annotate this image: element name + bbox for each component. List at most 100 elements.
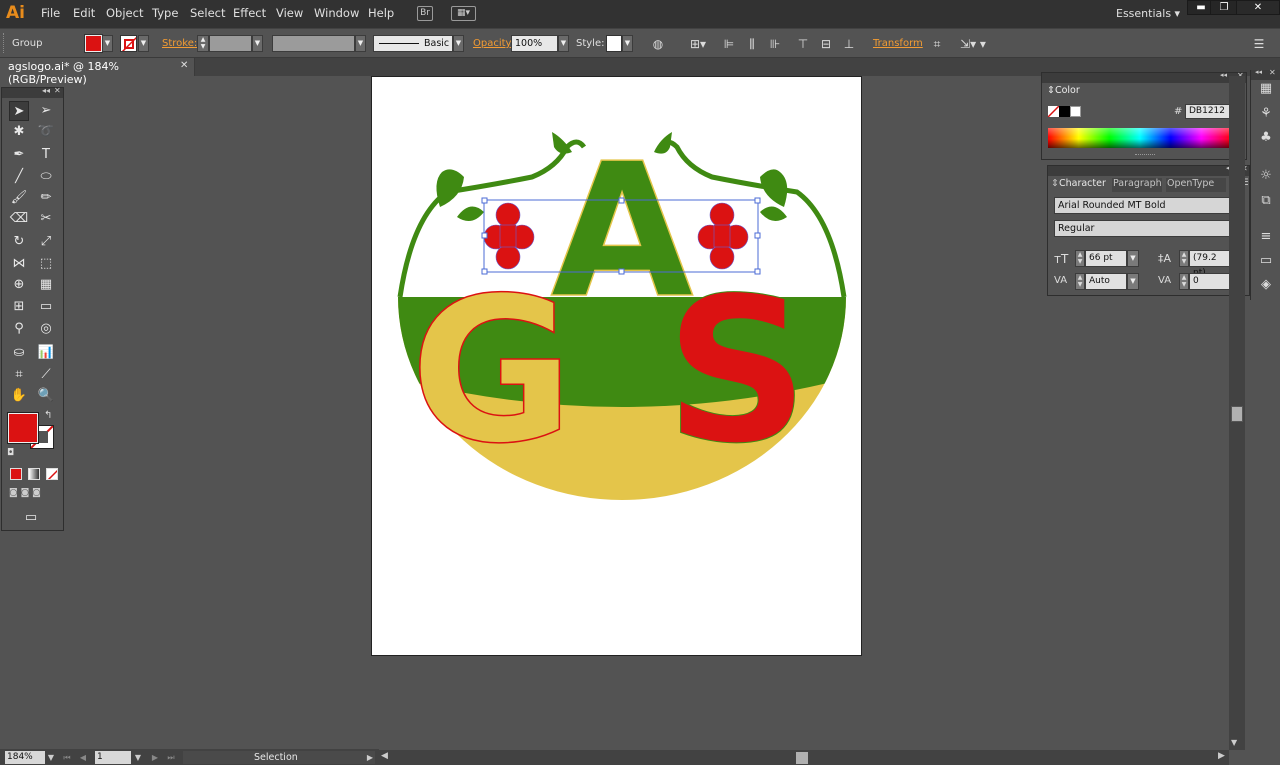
gradient-tool-icon[interactable]: ▭ <box>36 297 56 317</box>
paintbrush-tool-icon[interactable]: 🖌 <box>9 188 29 208</box>
collapse-icon[interactable]: ◂◂ <box>1220 71 1227 79</box>
color-tab[interactable]: ⇕Color <box>1042 83 1092 99</box>
previous-artboard-icon[interactable]: ◀ <box>78 751 88 764</box>
column-graph-tool-icon[interactable]: 📊 <box>36 343 56 363</box>
vertical-scroll-thumb[interactable] <box>1231 406 1243 422</box>
stroke-label[interactable]: Stroke: <box>162 38 197 49</box>
rotate-tool-icon[interactable]: ↻ <box>9 232 29 252</box>
tab-opentype[interactable]: OpenType <box>1166 178 1226 192</box>
scroll-down-arrow-icon[interactable]: ▼ <box>1231 738 1237 747</box>
none-swatch[interactable] <box>1048 106 1059 117</box>
font-size-stepper[interactable]: ▲ ▼ <box>1075 250 1085 267</box>
fill-swatch[interactable] <box>84 34 103 53</box>
selection-tool-icon[interactable]: ➤ <box>9 101 29 121</box>
gradient-mode-icon[interactable] <box>28 468 40 480</box>
panel-resize-grip[interactable] <box>1135 154 1155 158</box>
type-tool-icon[interactable]: T <box>36 145 56 165</box>
blob-brush-tool-icon[interactable]: ⌫ <box>9 209 29 229</box>
stroke-swatch[interactable] <box>120 35 137 52</box>
artboard-tool-icon[interactable]: ⌗ <box>9 365 29 385</box>
menu-window[interactable]: Window <box>314 6 359 20</box>
black-swatch[interactable] <box>1059 106 1070 117</box>
collapse-icon[interactable]: ◂◂ <box>42 86 50 95</box>
tab-paragraph[interactable]: Paragraph <box>1112 178 1162 192</box>
recolor-artwork-icon[interactable]: ◍ <box>651 37 665 51</box>
graphic-style-swatch[interactable] <box>606 35 622 52</box>
scale-tool-icon[interactable]: ⤢ <box>36 232 56 252</box>
fill-dropdown[interactable]: ▼ <box>102 35 113 52</box>
font-size-input[interactable]: 66 pt <box>1085 250 1127 267</box>
variable-width-profile[interactable] <box>272 35 355 52</box>
stroke-dropdown[interactable]: ▼ <box>138 35 149 52</box>
stroke-weight-field[interactable] <box>209 35 252 52</box>
shape-builder-tool-icon[interactable]: ⊕ <box>9 275 29 295</box>
menu-file[interactable]: File <box>41 6 60 20</box>
tools-panel-header[interactable]: ◂◂ ✕ <box>2 86 63 98</box>
artboard[interactable]: A G S <box>371 76 862 656</box>
layers-panel-icon[interactable]: ◈ <box>1256 275 1276 295</box>
menu-help[interactable]: Help <box>368 6 394 20</box>
scroll-left-arrow-icon[interactable]: ◀ <box>381 751 388 761</box>
width-tool-icon[interactable]: ⋈ <box>9 254 29 274</box>
align-right-icon[interactable]: ⊪ <box>768 37 782 51</box>
menu-view[interactable]: View <box>276 6 303 20</box>
menu-type[interactable]: Type <box>152 6 178 20</box>
menu-effect[interactable]: Effect <box>233 6 266 20</box>
symbol-sprayer-tool-icon[interactable]: ⛀ <box>9 343 29 363</box>
line-tool-icon[interactable]: ╱ <box>9 167 29 187</box>
character-panel-topbar[interactable]: ◂◂ ✕ <box>1048 164 1249 176</box>
free-transform-tool-icon[interactable]: ⬚ <box>36 254 56 274</box>
stroke-weight-dropdown[interactable]: ▼ <box>252 35 263 52</box>
transform-link[interactable]: Transform <box>873 38 923 49</box>
last-artboard-icon[interactable]: ⏭ <box>166 751 176 764</box>
close-window-button[interactable]: ✕ <box>1236 0 1280 15</box>
logo-artwork[interactable]: A G S <box>372 77 863 657</box>
align-center-icon[interactable]: ⫼ <box>745 37 759 51</box>
zoom-tool-icon[interactable]: 🔍 <box>36 386 56 406</box>
symbols-panel-icon[interactable]: ♣ <box>1256 128 1276 148</box>
tracking-input[interactable]: 0 <box>1189 273 1233 290</box>
align-left-icon[interactable]: ⊫ <box>722 37 736 51</box>
close-panel-icon[interactable]: ✕ <box>1269 68 1276 77</box>
menu-edit[interactable]: Edit <box>73 6 95 20</box>
menu-select[interactable]: Select <box>190 6 225 20</box>
color-spectrum[interactable] <box>1048 128 1232 148</box>
color-mode-icon[interactable] <box>10 468 22 480</box>
font-style-dropdown[interactable]: Regular <box>1054 220 1234 237</box>
pen-tool-icon[interactable]: ✒ <box>9 145 29 165</box>
eyedropper-tool-icon[interactable]: ⚲ <box>9 319 29 339</box>
perspective-grid-tool-icon[interactable]: ▦ <box>36 275 56 295</box>
arrange-options-icon[interactable]: ⇲▾ ▾ <box>958 37 988 51</box>
graphic-styles-panel-icon[interactable]: ⧉ <box>1256 191 1276 211</box>
brush-definition[interactable]: Basic <box>373 35 453 52</box>
next-artboard-icon[interactable]: ▶ <box>150 751 160 764</box>
align-to-icon[interactable]: ⊞▾ <box>688 37 708 51</box>
font-family-dropdown[interactable]: Arial Rounded MT Bold <box>1054 197 1234 214</box>
kerning-input[interactable]: Auto <box>1085 273 1127 290</box>
isolate-group-icon[interactable]: ⌗ <box>930 37 944 51</box>
lasso-tool-icon[interactable]: ➰ <box>36 122 56 142</box>
stroke-panel-icon[interactable]: ≡ <box>1256 227 1276 247</box>
first-artboard-icon[interactable]: ⏮ <box>62 751 72 764</box>
font-size-dropdown[interactable]: ▼ <box>1127 250 1139 267</box>
zoom-dropdown-icon[interactable]: ▼ <box>46 751 56 764</box>
mesh-tool-icon[interactable]: ⊞ <box>9 297 29 317</box>
restore-button[interactable]: ❐ <box>1210 0 1238 15</box>
control-bar-gripper[interactable] <box>3 33 5 53</box>
swatches-panel-icon[interactable]: ▦ <box>1256 79 1276 99</box>
gradient-panel-icon[interactable]: ▭ <box>1256 251 1276 271</box>
white-swatch[interactable] <box>1070 106 1081 117</box>
arrange-documents-button[interactable]: ▦▾ <box>451 6 476 21</box>
align-top-icon[interactable]: ⊤ <box>796 37 810 51</box>
status-menu-arrow-icon[interactable]: ▶ <box>365 751 375 764</box>
graphic-style-dropdown[interactable]: ▼ <box>622 35 633 52</box>
panel-menu-icon[interactable]: ☰ <box>1252 37 1266 51</box>
opacity-field[interactable]: 100% <box>511 35 558 52</box>
variable-width-dropdown[interactable]: ▼ <box>355 35 366 52</box>
align-bottom-icon[interactable]: ⊥ <box>842 37 856 51</box>
kerning-dropdown[interactable]: ▼ <box>1127 273 1139 290</box>
menu-object[interactable]: Object <box>106 6 143 20</box>
hand-tool-icon[interactable]: ✋ <box>9 386 29 406</box>
brush-dropdown[interactable]: ▼ <box>453 35 464 52</box>
magic-wand-tool-icon[interactable]: ✱ <box>9 122 29 142</box>
